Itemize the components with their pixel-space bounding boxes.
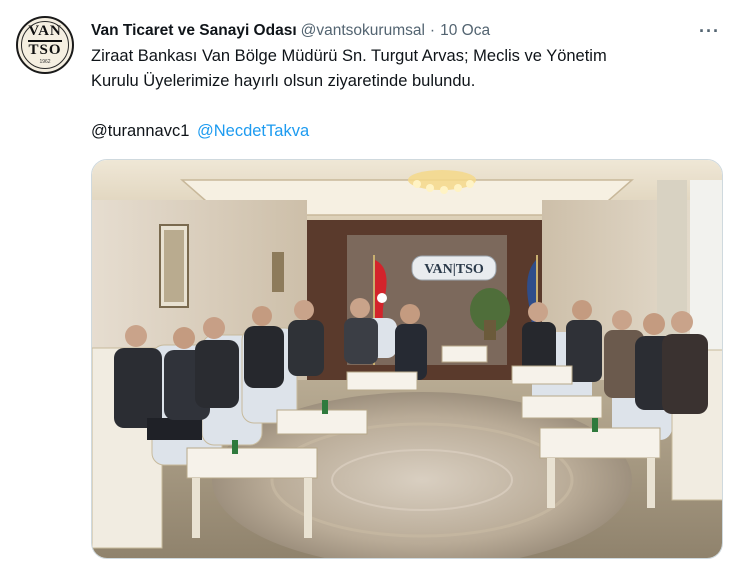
more-options-icon[interactable]: ··· xyxy=(699,20,720,42)
separator-dot: · xyxy=(429,22,436,39)
mention-necdettakva-link[interactable]: @NecdetTakva xyxy=(197,122,309,140)
wall-logo-text: VAN|TSO xyxy=(424,262,484,277)
tweet-text-line-1: Ziraat Bankası Van Bölge Müdürü Sn. Turg… xyxy=(91,47,607,65)
tweet-header: Van Ticaret ve Sanayi Odası @vantsokurum… xyxy=(91,20,728,42)
mention-turannavc1[interactable]: @turannavc1 xyxy=(91,122,189,140)
profile-avatar[interactable]: VAN TSO 1962 xyxy=(16,16,74,74)
avatar-ring xyxy=(21,21,69,69)
meeting-room-photo: VAN|TSO xyxy=(92,160,722,558)
tweet-text: Ziraat Bankası Van Bölge Müdürü Sn. Turg… xyxy=(91,44,731,94)
display-name[interactable]: Van Ticaret ve Sanayi Odası xyxy=(91,22,297,40)
tweet-mentions: @turannavc1 @NecdetTakva xyxy=(91,119,309,144)
timestamp-link[interactable]: 10 Oca xyxy=(440,22,490,40)
user-handle[interactable]: @vantsokurumsal xyxy=(301,22,425,40)
tweet-text-line-2: Kurulu Üyelerimize hayırlı olsun ziyaret… xyxy=(91,72,476,90)
tweet-photo[interactable]: VAN|TSO xyxy=(91,159,723,559)
